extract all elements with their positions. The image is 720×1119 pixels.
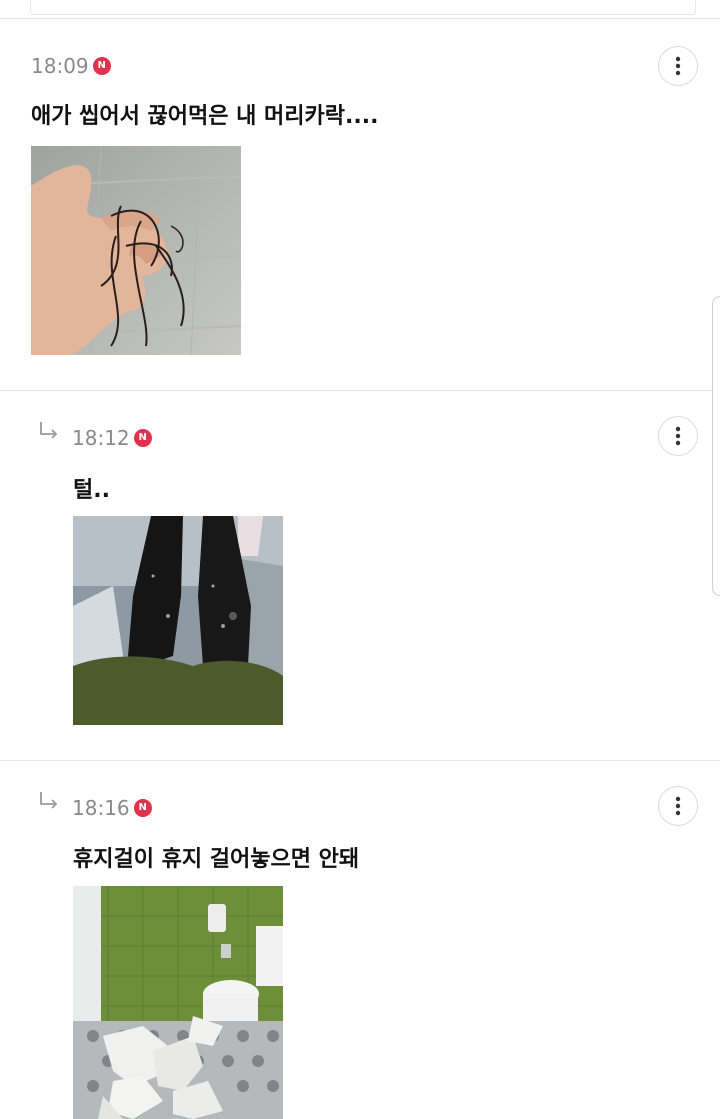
top-strip [0, 0, 720, 19]
comment-meta: 18:09 N [31, 53, 111, 79]
comment-text: 털.. [73, 478, 110, 503]
comment-time: 18:09 [31, 54, 89, 78]
comment-time: 18:16 [72, 796, 130, 820]
more-vertical-icon [675, 426, 681, 446]
reply-arrow-icon [40, 422, 58, 439]
fuzzy-leggings-photo[interactable] [73, 516, 283, 725]
comment-item: 18:16 N 휴지걸이 휴지 걸어놓으면 안돼 [0, 761, 720, 1119]
comment-meta: 18:16 N [36, 792, 152, 821]
reply-arrow-icon [40, 792, 58, 809]
shredded-toilet-paper-photo[interactable] [73, 886, 283, 1119]
comment-item: 18:09 N 애가 씹어서 끊어먹은 내 머리카락.... [0, 19, 720, 391]
new-badge: N [133, 429, 152, 447]
scrollbar-handle[interactable] [712, 296, 720, 596]
new-badge: N [92, 57, 111, 75]
comment-text: 휴지걸이 휴지 걸어놓으면 안돼 [73, 847, 360, 872]
more-options-button[interactable] [658, 786, 698, 826]
more-options-button[interactable] [658, 416, 698, 456]
comment-meta: 18:12 N [36, 422, 152, 451]
comment-time: 18:12 [72, 426, 130, 450]
comment-item: 18:12 N 털.. [0, 391, 720, 761]
more-vertical-icon [675, 56, 681, 76]
hair-in-hand-photo[interactable] [31, 146, 241, 355]
comment-text: 애가 씹어서 끊어먹은 내 머리카락.... [31, 104, 379, 129]
more-vertical-icon [675, 796, 681, 816]
more-options-button[interactable] [658, 46, 698, 86]
previous-card-edge [30, 0, 696, 15]
new-badge: N [133, 799, 152, 817]
